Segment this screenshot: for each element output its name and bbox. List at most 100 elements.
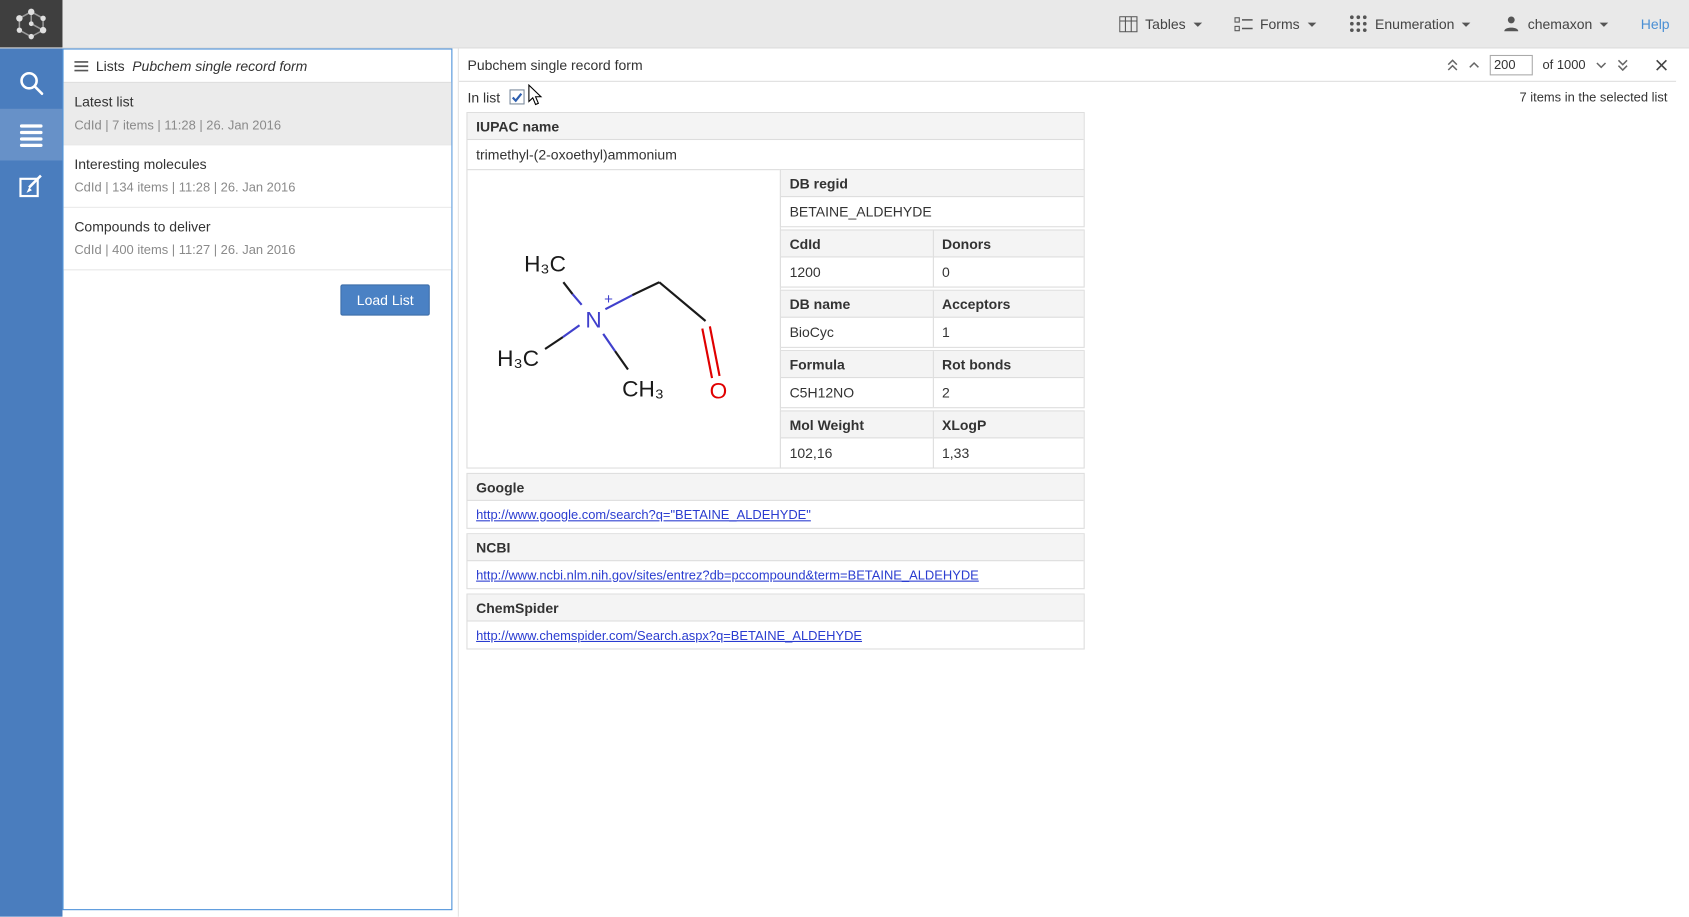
formula-header: Formula <box>781 351 932 378</box>
list-item[interactable]: Latest list CdId | 7 items | 11:28 | 26.… <box>64 83 452 145</box>
previous-record-button[interactable] <box>1468 61 1480 69</box>
enumeration-menu-label: Enumeration <box>1375 16 1454 32</box>
in-list-row: In list 7 items in the selected list <box>459 82 1676 112</box>
molecule-logo-icon <box>12 6 51 40</box>
user-icon <box>1503 15 1520 32</box>
formula-value: C5H12NO <box>781 378 932 407</box>
structure-viewer[interactable]: H₃C H₃C CH₃ N + O <box>466 169 781 468</box>
atom-methyl-left: H₃C <box>497 346 539 371</box>
user-menu[interactable]: chemaxon <box>1503 15 1609 32</box>
property-pair-row: CdId Donors 1200 0 <box>780 229 1085 287</box>
top-menu: Tables Forms <box>1119 14 1689 33</box>
enumeration-grid-icon <box>1348 14 1367 33</box>
forms-icon <box>1234 16 1252 32</box>
xlogp-header: XLogP <box>932 411 1083 438</box>
enumeration-menu[interactable]: Enumeration <box>1348 14 1470 33</box>
close-panel-button[interactable] <box>1656 59 1668 71</box>
last-record-button[interactable] <box>1617 59 1629 71</box>
atom-oxygen: O <box>710 379 728 404</box>
next-record-button[interactable] <box>1595 61 1607 69</box>
record-pager: of 1000 <box>1447 54 1668 74</box>
iupac-header: IUPAC name <box>467 113 1083 140</box>
check-icon <box>512 92 523 102</box>
search-icon <box>17 69 45 97</box>
search-nav-button[interactable] <box>0 57 62 109</box>
table-icon <box>1119 16 1137 32</box>
molecule-and-properties-row: H₃C H₃C CH₃ N + O DB regid BETAINE_ALDEH… <box>466 169 1084 468</box>
xlogp-value: 1,33 <box>932 438 1083 467</box>
db-regid-section: DB regid BETAINE_ALDEHYDE <box>780 169 1085 227</box>
list-icon <box>17 121 45 149</box>
top-bar: Tables Forms <box>0 0 1689 48</box>
lists-panel-subtitle: Pubchem single record form <box>132 58 307 74</box>
sketch-pen-icon <box>17 172 45 200</box>
page-number-input[interactable] <box>1490 54 1533 74</box>
acceptors-value: 1 <box>932 318 1083 347</box>
in-list-label: In list <box>467 89 500 105</box>
tables-menu[interactable]: Tables <box>1119 16 1201 32</box>
donors-value: 0 <box>932 257 1083 286</box>
in-list-checkbox[interactable] <box>510 89 525 104</box>
lists-panel: Lists Pubchem single record form Latest … <box>62 48 452 910</box>
atom-methyl-top: H₃C <box>524 251 566 276</box>
google-section: Google http://www.google.com/search?q="B… <box>466 473 1084 529</box>
list-item[interactable]: Interesting molecules CdId | 134 items |… <box>64 145 452 207</box>
record-form-header: Pubchem single record form of 1000 <box>459 48 1676 81</box>
list-item-meta: CdId | 400 items | 11:27 | 26. Jan 2016 <box>74 242 440 257</box>
chevron-down-icon <box>1462 23 1471 27</box>
property-grid: DB regid BETAINE_ALDEHYDE CdId Donors 12… <box>780 169 1085 468</box>
lists-panel-header: Lists Pubchem single record form <box>64 50 452 83</box>
close-icon <box>1656 59 1668 71</box>
list-item-meta: CdId | 134 items | 11:28 | 26. Jan 2016 <box>74 180 440 195</box>
cdid-header: CdId <box>781 231 932 258</box>
google-link[interactable]: http://www.google.com/search?q="BETAINE_… <box>476 507 811 522</box>
user-menu-label: chemaxon <box>1528 16 1593 32</box>
chemspider-link[interactable]: http://www.chemspider.com/Search.aspx?q=… <box>476 628 862 643</box>
list-item[interactable]: Compounds to deliver CdId | 400 items | … <box>64 208 452 270</box>
iupac-section: IUPAC name trimethyl-(2-oxoethyl)ammoniu… <box>466 112 1084 170</box>
chemspider-header: ChemSpider <box>467 595 1083 622</box>
help-link[interactable]: Help <box>1641 16 1670 32</box>
lists-panel-title: Lists <box>96 58 125 74</box>
forms-menu[interactable]: Forms <box>1234 16 1316 32</box>
property-pair-row: DB name Acceptors BioCyc 1 <box>780 290 1085 348</box>
left-rail <box>0 48 62 916</box>
chevron-up-icon <box>1468 61 1480 69</box>
sketch-nav-button[interactable] <box>0 160 62 212</box>
atom-charge-plus: + <box>604 291 613 308</box>
list-item-title: Latest list <box>74 94 440 110</box>
forms-menu-label: Forms <box>1260 16 1300 32</box>
items-info-label: 7 items in the selected list <box>1519 89 1667 104</box>
chemspider-link-row: http://www.chemspider.com/Search.aspx?q=… <box>467 622 1083 649</box>
iupac-value: trimethyl-(2-oxoethyl)ammonium <box>467 140 1083 169</box>
db-name-value: BioCyc <box>781 318 932 347</box>
app-logo[interactable] <box>0 0 62 47</box>
acceptors-header: Acceptors <box>932 291 1083 318</box>
chemspider-section: ChemSpider http://www.chemspider.com/Sea… <box>466 594 1084 650</box>
list-item-title: Compounds to deliver <box>74 219 440 235</box>
rot-bonds-value: 2 <box>932 378 1083 407</box>
property-pair-row: Mol Weight XLogP 102,16 1,33 <box>780 410 1085 468</box>
first-record-button[interactable] <box>1447 59 1459 71</box>
chevron-down-icon <box>1600 23 1609 27</box>
app-window: Tables Forms <box>0 0 1689 917</box>
double-chevron-down-icon <box>1617 59 1629 71</box>
chevron-down-icon <box>1307 23 1316 27</box>
load-list-button[interactable]: Load List <box>341 284 430 315</box>
molecule-structure: H₃C H₃C CH₃ N + O <box>467 170 779 467</box>
list-icon <box>74 60 88 72</box>
lists-nav-button[interactable] <box>0 109 62 161</box>
tables-menu-label: Tables <box>1145 16 1185 32</box>
db-regid-header: DB regid <box>781 170 1084 197</box>
record-form: IUPAC name trimethyl-(2-oxoethyl)ammoniu… <box>466 112 1084 650</box>
atom-nitrogen: N <box>585 307 601 332</box>
load-list-button-row: Load List <box>64 270 452 315</box>
mol-weight-header: Mol Weight <box>781 411 932 438</box>
donors-header: Donors <box>932 231 1083 258</box>
ncbi-link[interactable]: http://www.ncbi.nlm.nih.gov/sites/entrez… <box>476 568 979 583</box>
db-name-header: DB name <box>781 291 932 318</box>
pager-total-label: of 1000 <box>1542 57 1585 72</box>
google-link-row: http://www.google.com/search?q="BETAINE_… <box>467 501 1083 528</box>
mol-weight-value: 102,16 <box>781 438 932 467</box>
google-header: Google <box>467 474 1083 501</box>
